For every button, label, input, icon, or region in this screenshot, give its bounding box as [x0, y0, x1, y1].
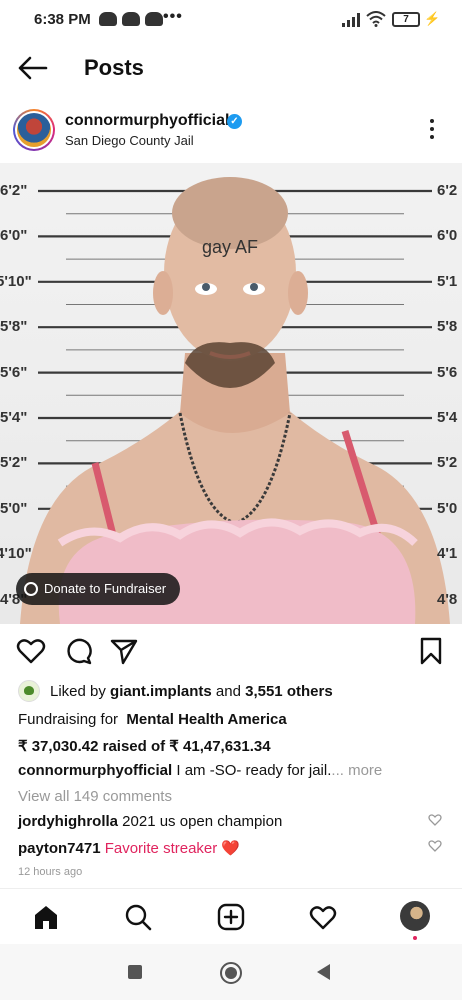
home-button[interactable] — [220, 962, 242, 984]
fundraiser-org: Mental Health America — [126, 711, 287, 728]
view-comments-link[interactable]: View all 149 comments — [18, 788, 172, 805]
height-label-left: 5'0" — [0, 499, 28, 517]
likes-user[interactable]: giant.implants — [110, 683, 212, 700]
comment-row: jordyhighrolla 2021 us open champion — [18, 813, 282, 830]
more-notifications-icon: ••• — [163, 8, 183, 25]
like-heart-icon[interactable] — [16, 636, 46, 666]
comment-like-icon[interactable] — [428, 839, 442, 853]
donate-icon — [24, 582, 38, 596]
bottom-navigation — [0, 888, 462, 944]
page-title: Posts — [84, 55, 144, 80]
height-label-right: 5'0 — [437, 499, 458, 517]
share-send-icon[interactable] — [109, 636, 139, 666]
recents-button[interactable] — [128, 965, 142, 979]
back-button[interactable] — [317, 964, 330, 980]
mugshot-illustration: gay AF — [20, 177, 450, 624]
notification-icon — [145, 12, 163, 26]
battery-icon: 7 — [392, 12, 420, 27]
comment-like-icon[interactable] — [428, 813, 442, 827]
avatar[interactable] — [13, 109, 55, 151]
comment-text: Favorite streaker ❤️ — [100, 840, 241, 857]
height-label-right: 4'8 — [437, 590, 458, 608]
new-post-icon[interactable] — [217, 903, 245, 931]
post-image[interactable]: gay AF 6'2" 6'0" 5'10" 5'8" 5'6" 5'4" 5'2" 5'0"… — [0, 163, 462, 624]
liker-avatar — [18, 680, 40, 702]
height-label-left: 5'4" — [0, 409, 28, 426]
battery-level: 7 — [403, 14, 409, 25]
height-label-right: 4'1 — [437, 545, 458, 563]
fundraiser-line[interactable]: Fundraising for Mental Health America — [18, 711, 287, 728]
status-bar: 6:38 PM ••• 7 ⚡ — [0, 0, 462, 40]
comment-row: payton7471 Favorite streaker ❤️ — [18, 839, 240, 857]
donate-label: Donate to Fundraiser — [44, 581, 167, 596]
height-label-right: 6'0 — [437, 227, 458, 245]
height-label-left: 5'8" — [0, 318, 28, 336]
activity-heart-icon[interactable] — [309, 903, 337, 931]
charging-icon: ⚡ — [424, 11, 441, 26]
post-timestamp: 12 hours ago — [18, 866, 83, 878]
caption-text: I am -SO- ready for jail. — [172, 762, 332, 779]
donate-button[interactable]: Donate to Fundraiser — [16, 573, 181, 605]
height-label-left: 5'2" — [0, 454, 28, 472]
height-label-right: 5'8 — [437, 318, 458, 336]
comment-icon[interactable] — [63, 636, 93, 666]
caption: connormurphyofficial I am -SO- ready for… — [18, 762, 382, 779]
likes-prefix: Liked by — [50, 682, 106, 700]
likes-summary[interactable]: Liked by giant.implants and 3,551 others — [18, 680, 333, 702]
profile-avatar[interactable] — [400, 901, 430, 931]
comment-user[interactable]: payton7471 — [18, 840, 101, 857]
comment-text: 2021 us open champion — [118, 813, 283, 830]
status-time: 6:38 PM — [34, 11, 91, 28]
post-header: connormurphyofficial ✓ San Diego County … — [0, 103, 462, 159]
height-label-left: 5'6" — [0, 363, 28, 381]
top-app-bar: Posts — [0, 44, 462, 92]
notification-icon — [99, 12, 117, 26]
height-label-right: 5'2 — [437, 454, 458, 472]
home-icon[interactable] — [32, 903, 60, 931]
post-location[interactable]: San Diego County Jail — [65, 133, 194, 148]
back-arrow-icon[interactable] — [16, 54, 48, 82]
height-label-right: 6'2 — [437, 182, 458, 199]
fundraiser-raised: ₹ 37,030.42 raised of ₹ 41,47,631.34 — [18, 738, 271, 755]
notification-dot — [413, 936, 417, 940]
wifi-icon — [366, 11, 386, 27]
caption-user[interactable]: connormurphyofficial — [18, 762, 172, 779]
notification-icons — [99, 12, 163, 26]
height-label-left: 6'2" — [0, 182, 28, 199]
likes-middle: and — [215, 682, 241, 700]
height-label-right: 5'6 — [437, 363, 458, 381]
notification-icon — [122, 12, 140, 26]
height-label-left: 5'10" — [0, 272, 32, 290]
likes-count[interactable]: 3,551 others — [245, 683, 333, 700]
comment-user[interactable]: jordyhighrolla — [18, 813, 118, 830]
signal-icon — [342, 13, 360, 27]
post-username[interactable]: connormurphyofficial — [65, 112, 229, 130]
height-label-left: 4'10" — [0, 545, 32, 563]
height-label-right: 5'1 — [437, 272, 458, 290]
forehead-text: gay AF — [202, 237, 258, 257]
system-navigation-bar — [0, 944, 462, 1000]
bookmark-icon[interactable] — [416, 636, 446, 666]
height-label-left: 6'0" — [0, 227, 28, 245]
post-actions — [0, 628, 462, 674]
caption-more-link[interactable]: ... more — [331, 762, 382, 779]
verified-badge-icon: ✓ — [227, 114, 242, 129]
search-icon[interactable] — [124, 903, 152, 931]
height-label-right: 5'4 — [437, 409, 458, 426]
fundraiser-prefix: Fundraising for — [18, 711, 123, 728]
more-options-icon[interactable] — [424, 119, 440, 143]
